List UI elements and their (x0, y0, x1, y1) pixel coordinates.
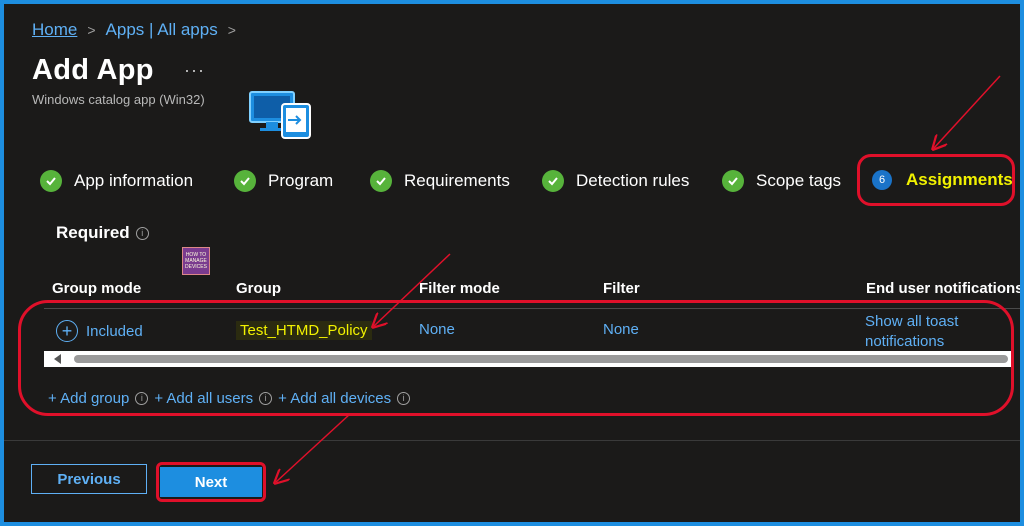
step-label: App information (74, 171, 194, 190)
win32-app-icon (248, 90, 314, 147)
step-label: Detection rules (576, 171, 690, 190)
breadcrumb-apps-link[interactable]: Apps | All apps (106, 20, 218, 40)
section-title-text: Required (56, 223, 130, 242)
annotation-arrows (4, 75, 1001, 522)
column-header-end-user-notifications[interactable]: End user notifications (866, 280, 1020, 297)
step-detection-rules[interactable]: Detection rules (542, 170, 689, 192)
page-title: Add App (32, 54, 154, 86)
section-title-required: Required i (56, 223, 149, 243)
check-circle-icon (542, 170, 564, 192)
step-program[interactable]: Program (234, 170, 333, 192)
column-header-group-mode[interactable]: Group mode (52, 280, 141, 297)
step-requirements[interactable]: Requirements (370, 170, 510, 192)
column-header-filter[interactable]: Filter (603, 280, 640, 297)
column-header-filter-mode[interactable]: Filter mode (419, 280, 500, 297)
annotation-box-assignments (857, 154, 1015, 206)
more-options-icon[interactable]: ··· (184, 60, 205, 81)
annotation-arrow-next (276, 413, 351, 482)
step-label: Requirements (404, 171, 510, 190)
page-subtitle: Windows catalog app (Win32) (32, 92, 205, 107)
breadcrumb-home-link[interactable]: Home (32, 20, 77, 40)
annotation-box-next (156, 462, 266, 502)
previous-button[interactable]: Previous (31, 464, 147, 494)
annotation-box-assignment-row (18, 300, 1014, 416)
step-scope-tags[interactable]: Scope tags (722, 170, 841, 192)
breadcrumb: Home > Apps | All apps > (32, 20, 246, 40)
info-icon[interactable]: i (135, 226, 149, 240)
check-circle-icon (722, 170, 744, 192)
app-frame: Home > Apps | All apps > Add App ··· Win… (4, 4, 1020, 522)
chevron-right-icon: > (227, 22, 236, 38)
step-label: Program (268, 171, 334, 190)
check-circle-icon (234, 170, 256, 192)
chevron-right-icon: > (87, 22, 96, 38)
check-circle-icon (40, 170, 62, 192)
step-app-information[interactable]: App information (40, 170, 193, 192)
htmd-logo: HOW TO MANAGE DEVICES (182, 247, 210, 275)
footer-divider (4, 440, 1020, 441)
check-circle-icon (370, 170, 392, 192)
step-label: Scope tags (756, 171, 842, 190)
column-header-group[interactable]: Group (236, 280, 281, 297)
annotation-arrow-assignments (934, 75, 1001, 148)
